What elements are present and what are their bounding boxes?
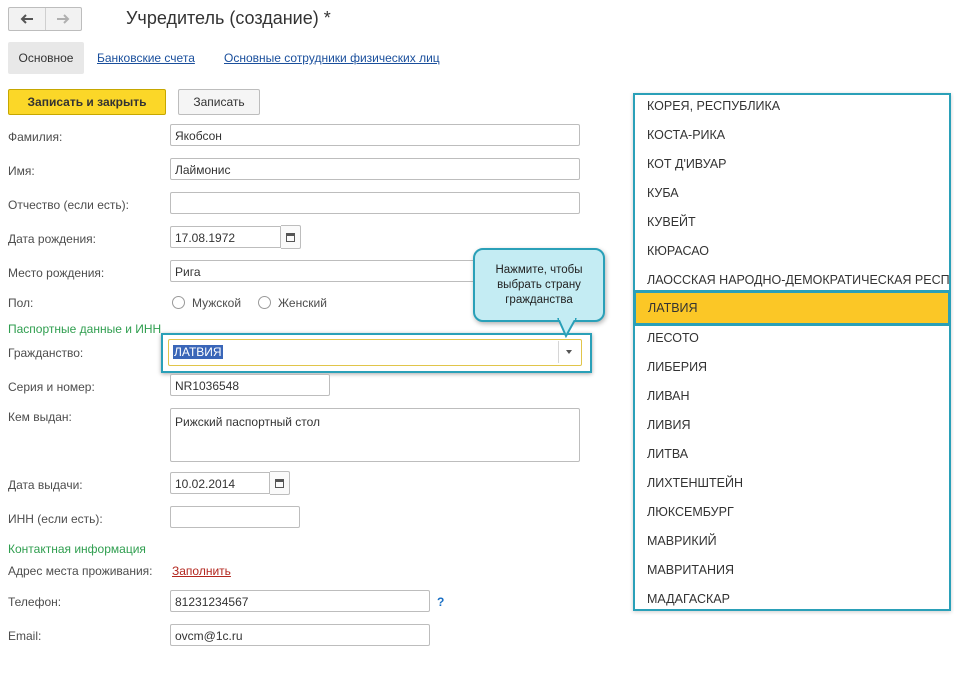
phone-field[interactable]: 81231234567 (170, 590, 430, 612)
gender-female-label: Женский (278, 296, 327, 310)
birth-place-label: Место рождения: (8, 266, 105, 280)
issued-by-label: Кем выдан: (8, 410, 72, 424)
selected-country-label: ЛАТВИЯ (648, 301, 698, 315)
inn-field[interactable] (170, 506, 300, 528)
calendar-icon (286, 232, 295, 242)
chevron-down-icon[interactable] (566, 350, 572, 354)
phone-help-icon[interactable]: ? (437, 595, 444, 609)
gender-male-radio[interactable] (172, 296, 185, 309)
contact-section-title: Контактная информация (8, 542, 146, 556)
list-item[interactable]: КОСТА-РИКА (647, 128, 725, 142)
tab-bank-accounts[interactable]: Банковские счета (97, 51, 195, 65)
first-name-field[interactable]: Лаймонис (170, 158, 580, 180)
inn-label: ИНН (если есть): (8, 512, 103, 526)
citizenship-label: Гражданство: (8, 346, 84, 360)
passport-number-field[interactable]: NR1036548 (170, 374, 330, 396)
save-button[interactable]: Записать (178, 89, 260, 115)
passport-number-label: Серия и номер: (8, 380, 95, 394)
save-and-close-button[interactable]: Записать и закрыть (8, 89, 166, 115)
list-item[interactable]: МАВРИТАНИЯ (647, 563, 734, 577)
list-item[interactable]: КОРЕЯ, РЕСПУБЛИКА (647, 99, 780, 113)
gender-female-radio[interactable] (258, 296, 271, 309)
middle-name-label: Отчество (если есть): (8, 198, 129, 212)
list-item[interactable]: ЛИВИЯ (647, 418, 691, 432)
address-label: Адрес места проживания: (8, 564, 153, 578)
list-item[interactable]: КОТ Д'ИВУАР (647, 157, 727, 171)
list-item[interactable]: ЛИХТЕНШТЕЙН (647, 476, 743, 490)
tab-main[interactable]: Основное (8, 42, 84, 74)
list-item[interactable]: ЛИБЕРИЯ (647, 360, 707, 374)
middle-name-field[interactable] (170, 192, 580, 214)
arrow-right-icon (57, 14, 70, 24)
citizenship-dropdown-divider (558, 341, 559, 363)
forward-button[interactable] (44, 8, 82, 30)
list-item[interactable]: ЛЕСОТО (647, 331, 699, 345)
list-item[interactable]: МАВРИКИЙ (647, 534, 717, 548)
phone-label: Телефон: (8, 595, 62, 609)
hint-callout: Нажмите, чтобы выбрать страну гражданств… (473, 248, 605, 322)
list-item[interactable]: ЛЮКСЕМБУРГ (647, 505, 734, 519)
list-item[interactable]: КЮРАСАО (647, 244, 709, 258)
fill-address-link[interactable]: Заполнить (172, 564, 231, 578)
list-item[interactable]: МАДАГАСКАР (647, 592, 730, 606)
last-name-field[interactable]: Якобсон (170, 124, 580, 146)
first-name-label: Имя: (8, 164, 35, 178)
back-button[interactable] (9, 8, 45, 30)
page-title: Учредитель (создание) * (126, 8, 331, 28)
arrow-left-icon (20, 14, 33, 24)
issue-date-calendar-button[interactable] (270, 471, 290, 495)
birth-date-calendar-button[interactable] (281, 225, 301, 249)
issue-date-field[interactable]: 10.02.2014 (170, 472, 270, 494)
issue-date-label: Дата выдачи: (8, 478, 83, 492)
list-item[interactable]: ЛАОССКАЯ НАРОДНО-ДЕМОКРАТИЧЕСКАЯ РЕСПУБЛ… (647, 273, 949, 287)
list-item[interactable]: ЛИВАН (647, 389, 689, 403)
citizenship-value: ЛАТВИЯ (173, 345, 223, 359)
list-item[interactable]: КУБА (647, 186, 679, 200)
list-item[interactable]: КУВЕЙТ (647, 215, 696, 229)
tab-key-employees[interactable]: Основные сотрудники физических лиц (224, 51, 440, 65)
email-field[interactable]: ovcm@1c.ru (170, 624, 430, 646)
last-name-label: Фамилия: (8, 130, 63, 144)
citizenship-field[interactable] (168, 339, 582, 366)
passport-section-title: Паспортные данные и ИНН (8, 322, 162, 336)
gender-label: Пол: (8, 296, 34, 310)
country-dropdown-list: КОРЕЯ, РЕСПУБЛИКА КОСТА-РИКА КОТ Д'ИВУАР… (633, 93, 951, 611)
calendar-icon (275, 478, 284, 488)
callout-pointer (557, 318, 577, 338)
history-nav (8, 7, 82, 31)
gender-male-label: Мужской (192, 296, 242, 310)
issued-by-field[interactable]: Рижский паспортный стол (170, 408, 580, 462)
email-label: Email: (8, 629, 42, 643)
list-item[interactable]: ЛИТВА (647, 447, 688, 461)
birth-place-field[interactable]: Рига (170, 260, 476, 282)
birth-date-label: Дата рождения: (8, 232, 96, 246)
birth-date-field[interactable]: 17.08.1972 (170, 226, 281, 248)
